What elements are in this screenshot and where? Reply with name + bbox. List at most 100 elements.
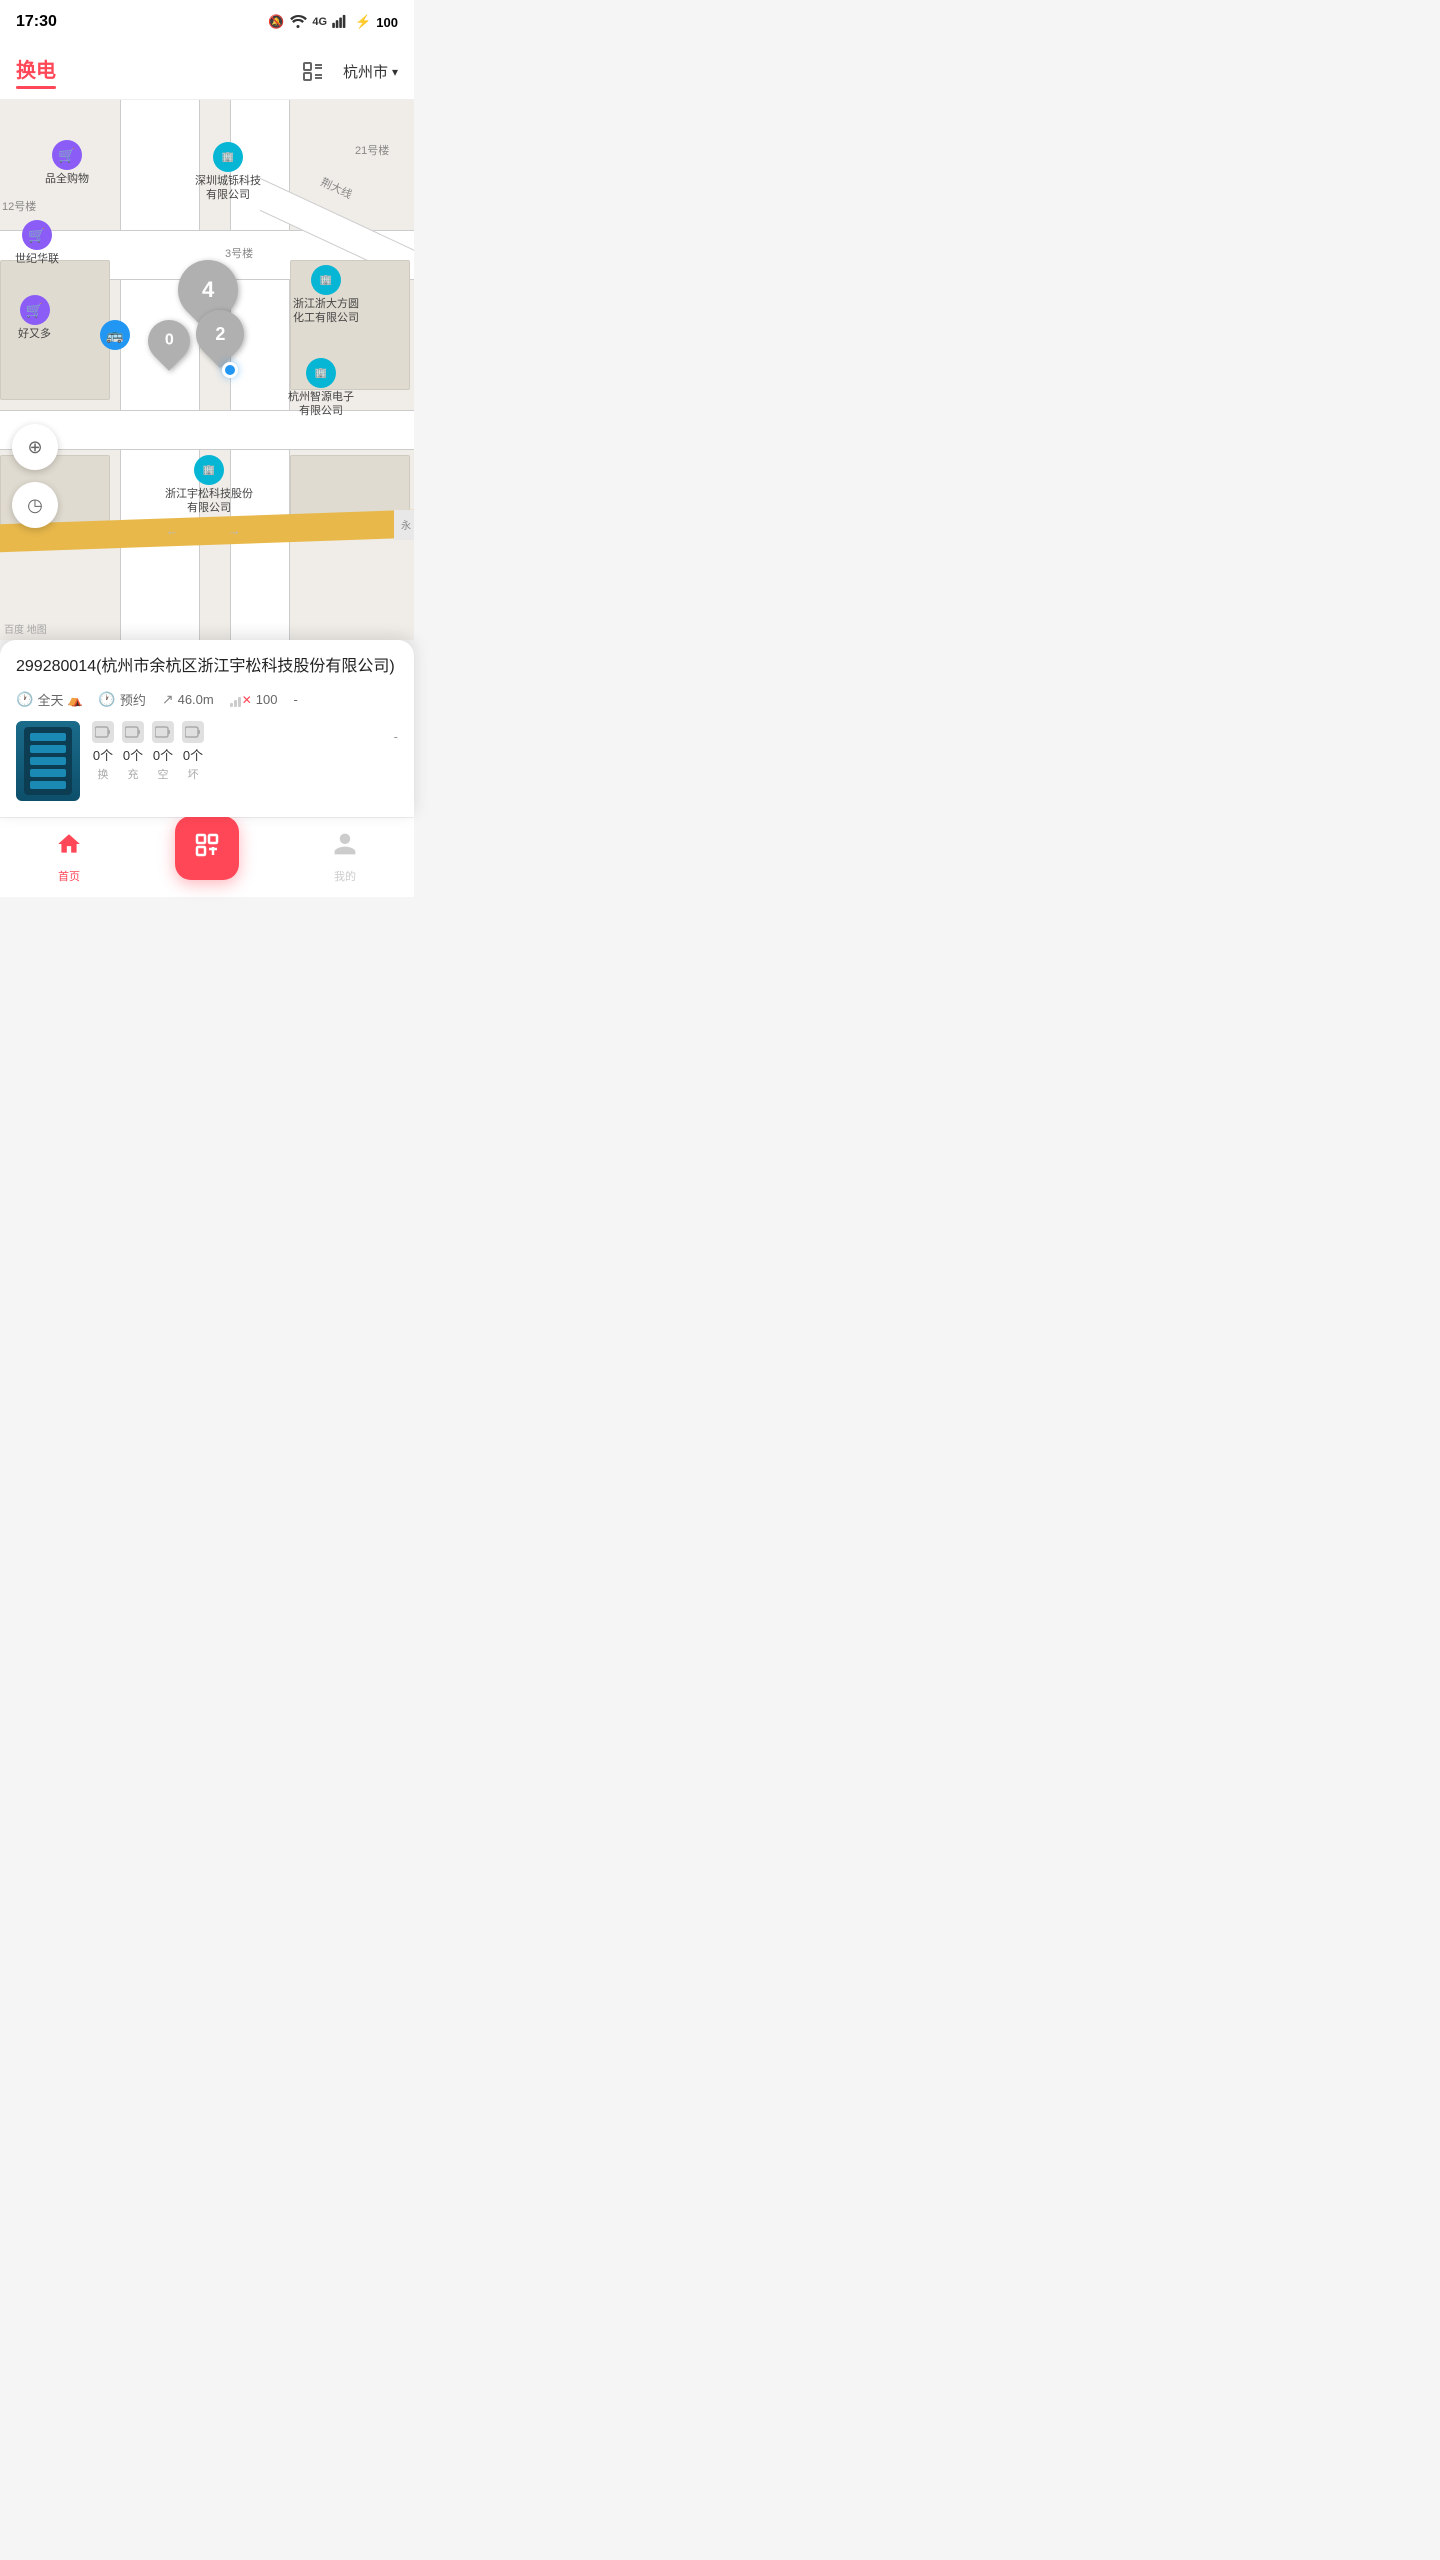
road-arrow-left: ← bbox=[166, 523, 179, 538]
signal-icon bbox=[332, 14, 350, 31]
chevron-down-icon: ▾ bbox=[392, 65, 398, 79]
header-right: 杭州市 ▾ bbox=[299, 58, 398, 86]
station-slot-4 bbox=[30, 769, 66, 777]
distance-info: ↗ 46.0m bbox=[162, 691, 214, 708]
4g-icon: 4G bbox=[312, 16, 327, 28]
signal-x-icon: ✕ bbox=[242, 693, 252, 707]
location-button[interactable]: ⊕ bbox=[12, 424, 58, 470]
road-vertical-1 bbox=[120, 100, 200, 640]
charging-icon: ⚡ bbox=[355, 14, 371, 30]
poi-icon-haoyouduo: 🛒 bbox=[20, 295, 50, 325]
silent-icon: 🔕 bbox=[268, 14, 284, 30]
navigation-icon: ↗ bbox=[162, 691, 174, 708]
home-icon bbox=[56, 831, 82, 864]
extra-dash: - bbox=[394, 729, 398, 744]
building-label-12: 12号楼 bbox=[2, 198, 36, 214]
station-name: 299280014(杭州市余杭区浙江宇松科技股份有限公司) bbox=[16, 656, 398, 678]
clock-small-icon: 🕐 bbox=[16, 691, 33, 708]
header-title-wrap: 换电 bbox=[16, 54, 56, 89]
battery-item-3: 0个 坏 bbox=[182, 721, 204, 782]
poi-icon-shenzhen: 🏢 bbox=[213, 142, 243, 172]
map-pin-0[interactable]: 0 bbox=[148, 320, 190, 362]
battery-icon-huai bbox=[182, 721, 204, 743]
scan-icon bbox=[193, 831, 221, 865]
reservation-clock-icon: 🕐 bbox=[98, 691, 115, 708]
poi-haoyouduo: 🛒 好又多 bbox=[18, 295, 51, 341]
battery-level: 100 bbox=[376, 15, 398, 30]
poi-label-shijihua: 世纪华联 bbox=[15, 252, 59, 266]
wifi-icon bbox=[289, 14, 307, 31]
nav-item-mine[interactable]: 我的 bbox=[276, 831, 414, 884]
nav-label-mine: 我的 bbox=[334, 868, 356, 884]
poi-hangzhouz: 🏢 杭州智源电子有限公司 bbox=[288, 358, 354, 419]
road-arrow-right: → bbox=[228, 523, 241, 538]
battery-label-huan: 换 bbox=[98, 766, 109, 782]
road-label-right: 永 bbox=[394, 510, 414, 540]
poi-yusong: 🏢 浙江宇松科技股份有限公司 bbox=[165, 455, 253, 516]
bottom-panel: 299280014(杭州市余杭区浙江宇松科技股份有限公司) 🕐 全天 ⛺ 🕐 预… bbox=[0, 640, 414, 817]
station-slot-5 bbox=[30, 781, 66, 789]
map-watermark: 百度 地图 bbox=[4, 621, 47, 636]
city-name: 杭州市 bbox=[343, 61, 388, 82]
nav-item-home[interactable]: 首页 bbox=[0, 831, 138, 884]
building-label-21: 21号楼 bbox=[355, 142, 389, 158]
nav-item-scan[interactable] bbox=[138, 836, 276, 880]
status-time: 17:30 bbox=[16, 13, 57, 31]
poi-label-haoyouduo: 好又多 bbox=[18, 327, 51, 341]
poi-zhejiangyuandа: 🏢 浙江浙大方圆化工有限公司 bbox=[293, 265, 359, 326]
battery-item-0: 0个 换 bbox=[92, 721, 114, 782]
signal-bars: ✕ bbox=[230, 693, 252, 707]
battery-item-1: 0个 充 bbox=[122, 721, 144, 782]
battery-count-2: 0个 bbox=[153, 745, 173, 764]
battery-icon-kong bbox=[152, 721, 174, 743]
station-slot-3 bbox=[30, 757, 66, 765]
station-image bbox=[16, 721, 80, 801]
poi-label-hangzhouz: 杭州智源电子有限公司 bbox=[288, 390, 354, 419]
poi-shijihua: 🛒 世纪华联 bbox=[15, 220, 59, 266]
nav-label-home: 首页 bbox=[58, 868, 80, 884]
poi-label-zhejiangyuan: 浙江浙大方圆化工有限公司 bbox=[293, 297, 359, 326]
poi-pinquan: 🛒 品全购物 bbox=[45, 140, 89, 186]
clock-icon: ◷ bbox=[27, 495, 43, 516]
scan-button[interactable] bbox=[175, 816, 239, 880]
signal-info: ✕ 100 bbox=[230, 692, 278, 707]
station-slot-2 bbox=[30, 745, 66, 753]
page-title: 换电 bbox=[16, 54, 56, 83]
status-bar: 17:30 🔕 4G ⚡ 100 bbox=[0, 0, 414, 44]
hours-text: 全天 bbox=[37, 690, 63, 709]
building-1 bbox=[0, 260, 110, 400]
station-slot-1 bbox=[30, 733, 66, 741]
map-container[interactable]: ← → 永 🛒 品全购物 🛒 世纪华联 🛒 好又多 🏢 深圳城铄科技有限公司 🏢… bbox=[0, 100, 414, 640]
poi-label-shenzhen: 深圳城铄科技有限公司 bbox=[195, 174, 261, 203]
distance-text: 46.0m bbox=[178, 692, 214, 707]
battery-grid: 0个 换 0个 充 0个 空 0个 bbox=[92, 721, 382, 782]
poi-icon-hangzhouz: 🏢 bbox=[306, 358, 336, 388]
history-button[interactable]: ◷ bbox=[12, 482, 58, 528]
pin-body-0: 0 bbox=[139, 311, 198, 370]
poi-label-yusong: 浙江宇松科技股份有限公司 bbox=[165, 487, 253, 516]
title-underline bbox=[16, 86, 56, 89]
map-pin-2[interactable]: 2 bbox=[196, 310, 244, 358]
reservation-text: 预约 bbox=[120, 690, 146, 709]
city-selector[interactable]: 杭州市 ▾ bbox=[343, 61, 398, 82]
battery-label-kong: 空 bbox=[158, 766, 169, 782]
app-header: 换电 杭州市 ▾ bbox=[0, 44, 414, 100]
poi-icon-pinquan: 🛒 bbox=[52, 140, 82, 170]
battery-count-3: 0个 bbox=[183, 745, 203, 764]
battery-item-2: 0个 空 bbox=[152, 721, 174, 782]
bus-stop-icon: 🚌 bbox=[100, 320, 130, 350]
poi-label-pinquan: 品全购物 bbox=[45, 172, 89, 186]
grid-view-button[interactable] bbox=[299, 58, 327, 86]
pin-body-2: 2 bbox=[186, 300, 254, 368]
panel-info-row: 🕐 全天 ⛺ 🕐 预约 ↗ 46.0m ✕ 100 - bbox=[16, 690, 398, 709]
poi-icon-yusong: 🏢 bbox=[194, 455, 224, 485]
status-icons: 🔕 4G ⚡ 100 bbox=[268, 14, 398, 31]
battery-label-huai: 坏 bbox=[188, 766, 199, 782]
poi-icon-shijihua: 🛒 bbox=[22, 220, 52, 250]
nav-bar: 首页 我的 bbox=[0, 817, 414, 897]
open-icon: ⛺ bbox=[67, 693, 82, 707]
battery-count-1: 0个 bbox=[123, 745, 143, 764]
user-icon bbox=[332, 831, 358, 864]
dash-text: - bbox=[294, 692, 298, 707]
battery-icon-chong bbox=[122, 721, 144, 743]
